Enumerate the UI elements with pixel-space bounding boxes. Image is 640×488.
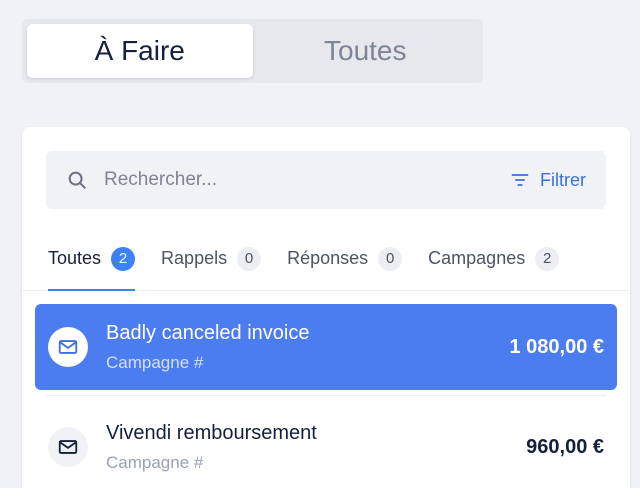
- list-item[interactable]: Badly canceled invoice Campagne # 1 080,…: [35, 304, 617, 390]
- tab-label: Rappels: [161, 248, 228, 268]
- item-texts: Vivendi remboursement Campagne #: [106, 422, 526, 473]
- envelope-icon: [58, 340, 78, 354]
- tab-campagnes[interactable]: Campagnes 2: [428, 227, 560, 290]
- tab-label: Réponses: [287, 248, 369, 268]
- envelope-icon-wrap: [48, 427, 88, 467]
- search-icon: [68, 171, 86, 189]
- item-subtitle: Campagne #: [106, 452, 204, 472]
- search-input[interactable]: [104, 169, 510, 191]
- category-tabs: Toutes 2 Rappels 0 Réponses 0 Campagnes …: [22, 227, 630, 291]
- item-title: Badly canceled invoice: [106, 321, 310, 344]
- count-badge: 2: [111, 246, 136, 271]
- count-badge: 2: [535, 246, 560, 271]
- item-title: Vivendi remboursement: [106, 421, 317, 444]
- count-badge: 0: [237, 246, 262, 271]
- item-amount: 960,00 €: [526, 435, 604, 458]
- item-subtitle: Campagne #: [106, 352, 204, 372]
- tab-label: Toutes: [48, 248, 102, 268]
- envelope-icon-wrap: [48, 327, 88, 367]
- tab-rappels[interactable]: Rappels 0: [161, 227, 262, 290]
- item-amount: 1 080,00 €: [509, 335, 604, 358]
- filter-lines-icon: [511, 174, 529, 186]
- view-toggle: À Faire Toutes: [22, 19, 483, 83]
- filter-button[interactable]: Filtrer: [510, 170, 586, 191]
- tab-toutes[interactable]: Toutes 2: [48, 227, 136, 291]
- filter-label: Filtrer: [540, 169, 586, 190]
- count-badge: 0: [378, 246, 403, 271]
- list-item[interactable]: Vivendi remboursement Campagne # 960,00 …: [35, 404, 617, 488]
- item-texts: Badly canceled invoice Campagne #: [106, 322, 509, 373]
- tab-reponses[interactable]: Réponses 0: [287, 227, 403, 290]
- tasks-card: Filtrer Toutes 2 Rappels 0 Réponses 0 Ca…: [22, 127, 630, 488]
- search-bar: Filtrer: [46, 151, 606, 209]
- envelope-icon: [58, 440, 78, 454]
- tab-label: Campagnes: [428, 248, 526, 268]
- toggle-toutes[interactable]: Toutes: [253, 24, 479, 78]
- toggle-a-faire[interactable]: À Faire: [27, 24, 253, 78]
- row-divider: [46, 395, 606, 396]
